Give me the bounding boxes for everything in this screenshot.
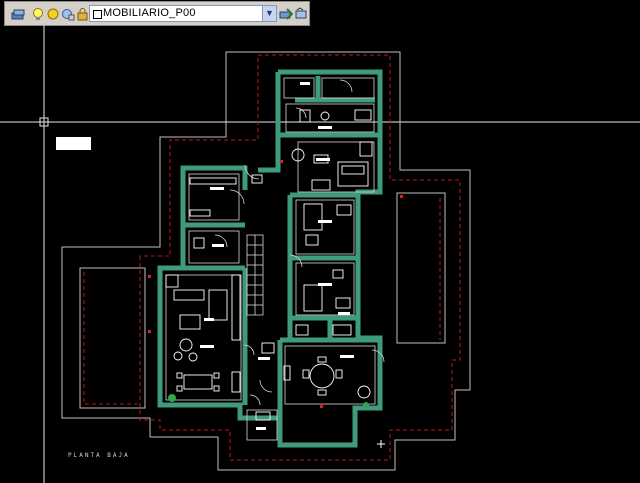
dashed-boundary <box>83 54 461 461</box>
ucs-cross <box>377 440 385 448</box>
dimension-markers <box>148 160 403 408</box>
plan-title-label: PLANTA BAJA <box>68 452 130 459</box>
drawing-canvas[interactable] <box>0 0 640 483</box>
furniture-blocks <box>165 109 373 421</box>
staircase <box>246 234 264 316</box>
cursor-tooltip <box>56 137 91 150</box>
site-outline <box>61 51 471 471</box>
